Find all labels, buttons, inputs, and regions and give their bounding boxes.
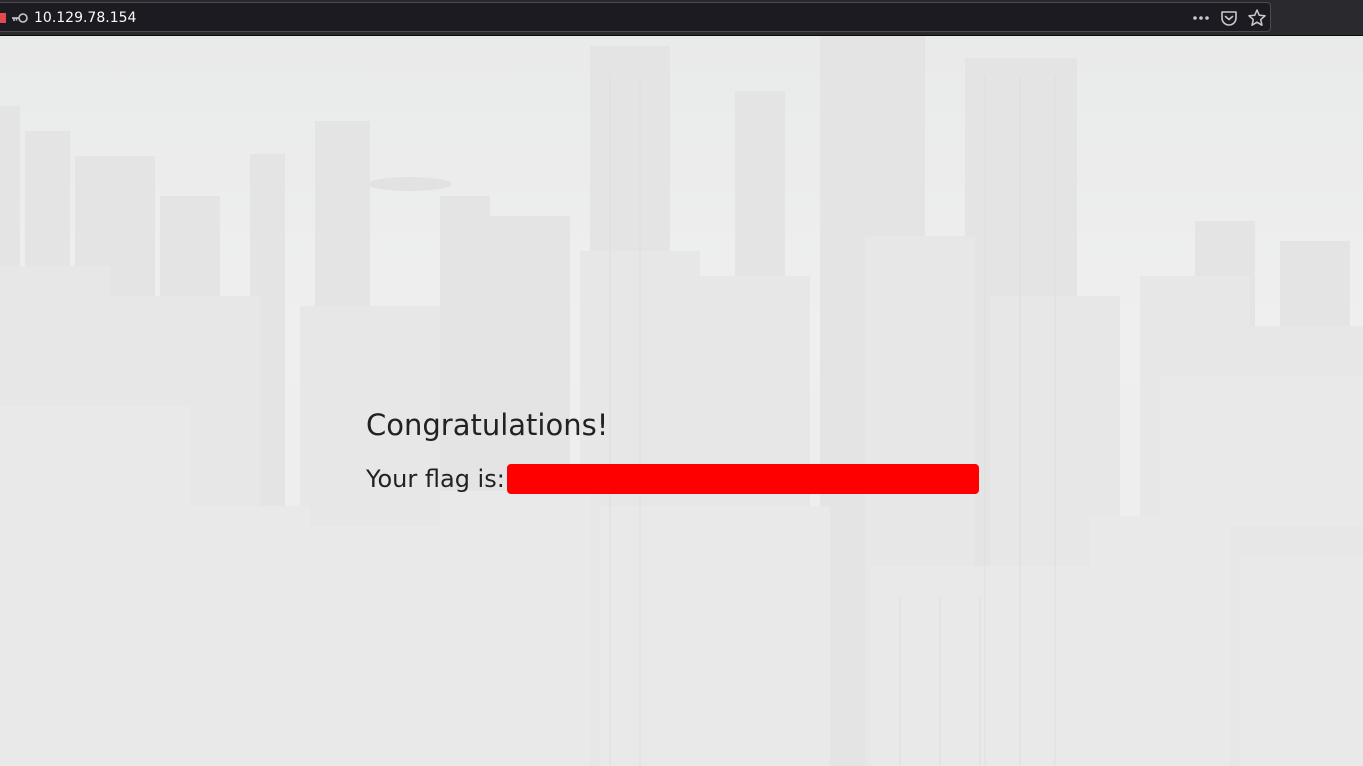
page-content: Congratulations! Your flag is: [0, 36, 1363, 766]
flag-label: Your flag is: [366, 465, 505, 493]
pocket-icon[interactable] [1218, 8, 1240, 28]
site-icon [0, 11, 6, 25]
bookmark-star-icon[interactable] [1246, 8, 1268, 28]
key-icon[interactable] [11, 10, 29, 26]
flag-value-redacted [506, 464, 979, 494]
url-bar[interactable]: 10.129.78.154 [0, 2, 1271, 32]
browser-toolbar: 10.129.78.154 [0, 0, 1363, 36]
congratulations-heading: Congratulations! [366, 408, 609, 442]
more-dots-icon[interactable] [1190, 8, 1212, 28]
url-text[interactable]: 10.129.78.154 [34, 10, 136, 26]
flag-line: Your flag is: [366, 464, 979, 494]
city-skyline-background [0, 36, 1363, 766]
